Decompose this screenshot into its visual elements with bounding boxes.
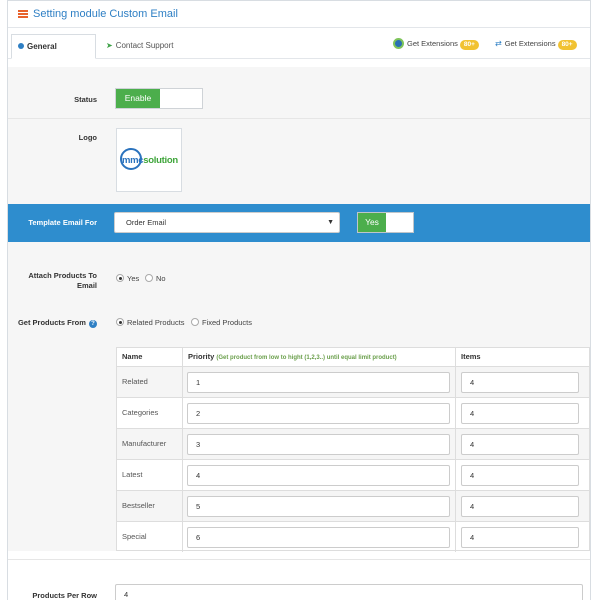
link-label: Get Extensions xyxy=(407,39,458,48)
logo-label: Logo xyxy=(78,133,97,142)
table-row: Latest 4 4 xyxy=(117,459,589,490)
template-email-row: Template Email For Order Email ▼ Yes xyxy=(8,204,590,242)
gear-icon xyxy=(18,43,24,49)
items-input[interactable]: 4 xyxy=(461,434,579,455)
settings-form: Status Enable Logo mmcsolution Template … xyxy=(8,67,590,552)
row-name: Manufacturer xyxy=(117,429,183,459)
count-badge: 80+ xyxy=(557,40,577,50)
get-extensions-link-2[interactable]: ⇄ Get Extensions 80+ xyxy=(495,38,577,50)
template-email-select[interactable]: Order Email ▼ xyxy=(114,212,340,233)
tab-general-settings[interactable]: General Settings xyxy=(11,34,96,75)
chevron-down-icon: ▼ xyxy=(327,219,334,226)
attach-products-label: Attach Products To Email xyxy=(8,271,97,291)
list-icon xyxy=(18,10,28,19)
radio-label: No xyxy=(156,274,166,283)
priority-cell: 6 xyxy=(183,522,456,552)
products-per-row-input[interactable]: 4 xyxy=(115,584,583,600)
radio-checked-icon xyxy=(116,318,124,326)
template-email-toggle[interactable]: Yes xyxy=(357,212,414,233)
priority-hint: (Get product from low to hight (1,2,3..)… xyxy=(216,355,397,361)
items-input[interactable]: 4 xyxy=(461,403,579,424)
logo-text: mmcsolution xyxy=(122,155,178,166)
priority-input[interactable]: 6 xyxy=(187,527,450,548)
priority-input[interactable]: 3 xyxy=(187,434,450,455)
select-value: Order Email xyxy=(126,218,167,227)
column-header-items: Items xyxy=(461,352,481,361)
items-cell: 4 xyxy=(456,460,589,490)
items-cell: 4 xyxy=(456,398,589,428)
link-label: Get Extensions xyxy=(504,39,556,48)
shuffle-icon: ⇄ xyxy=(495,39,502,48)
table-row: Bestseller 5 4 xyxy=(117,490,589,521)
settings-panel: Setting module Custom Email General Sett… xyxy=(7,0,591,600)
priority-cell: 3 xyxy=(183,429,456,459)
column-header-priority: Priority (Get product from low to hight … xyxy=(183,348,456,366)
products-table: Name Priority (Get product from low to h… xyxy=(116,347,590,552)
radio-label: Related Products xyxy=(127,318,185,327)
table-row: Related 1 4 xyxy=(117,366,589,397)
label-text: Get Products From xyxy=(17,318,86,327)
priority-input[interactable]: 2 xyxy=(187,403,450,424)
logo-image[interactable]: mmcsolution xyxy=(116,128,182,192)
toggle-on: Yes xyxy=(358,213,386,232)
items-cell: 4 xyxy=(456,429,589,459)
row-name: Related xyxy=(117,367,183,397)
row-name: Special xyxy=(117,522,183,552)
radio-empty-icon xyxy=(145,274,153,282)
priority-cell: 4 xyxy=(183,460,456,490)
question-icon[interactable]: ? xyxy=(89,320,97,328)
table-row: Manufacturer 3 4 xyxy=(117,428,589,459)
globe-icon xyxy=(393,38,404,49)
count-badge: 80+ xyxy=(459,40,479,50)
tab-label: Contact Support xyxy=(115,41,174,50)
row-name: Bestseller xyxy=(117,491,183,521)
radio-checked-icon xyxy=(116,274,124,282)
priority-cell: 2 xyxy=(183,398,456,428)
fixed-products-radio[interactable]: Fixed Products xyxy=(191,318,252,327)
panel-heading: Setting module Custom Email xyxy=(8,1,590,28)
radio-label: Yes xyxy=(127,274,140,283)
products-per-row-row: Products Per Row 4 xyxy=(8,559,590,600)
row-name: Categories xyxy=(117,398,183,428)
radio-empty-icon xyxy=(191,318,199,326)
items-input[interactable]: 4 xyxy=(461,527,579,548)
header-text: Priority xyxy=(188,352,215,361)
priority-cell: 1 xyxy=(183,367,456,397)
attach-yes-radio[interactable]: Yes xyxy=(116,274,139,283)
template-email-label: Template Email For xyxy=(28,218,97,227)
toggle-on: Enable xyxy=(116,89,160,108)
priority-input[interactable]: 1 xyxy=(187,372,450,393)
products-per-row-label: Products Per Row xyxy=(32,591,97,600)
priority-cell: 5 xyxy=(183,491,456,521)
related-products-radio[interactable]: Related Products xyxy=(116,318,185,327)
items-input[interactable]: 4 xyxy=(461,496,579,517)
priority-input[interactable]: 4 xyxy=(187,465,450,486)
table-row: Special 6 4 xyxy=(117,521,589,552)
get-products-label: Get Products From ? xyxy=(8,318,97,328)
row-name: Latest xyxy=(117,460,183,490)
label-line: Email xyxy=(76,281,97,290)
page-title: Setting module Custom Email xyxy=(33,8,178,20)
items-input[interactable]: 4 xyxy=(461,465,579,486)
items-cell: 4 xyxy=(456,367,589,397)
items-input[interactable]: 4 xyxy=(461,372,579,393)
paper-plane-icon: ➤ xyxy=(106,41,113,50)
column-header-name: Name xyxy=(117,348,183,366)
attach-no-radio[interactable]: No xyxy=(145,274,166,283)
items-cell: 4 xyxy=(456,522,589,552)
status-toggle[interactable]: Enable xyxy=(115,88,203,109)
get-extensions-link[interactable]: Get Extensions 80+ xyxy=(393,38,479,50)
status-label: Status xyxy=(74,95,97,104)
table-row: Categories 2 4 xyxy=(117,397,589,428)
priority-input[interactable]: 5 xyxy=(187,496,450,517)
label-line: Attach Products To xyxy=(28,271,97,280)
items-cell: 4 xyxy=(456,491,589,521)
tab-contact-support[interactable]: ➤ Contact Support xyxy=(100,34,180,59)
divider xyxy=(8,118,590,119)
radio-label: Fixed Products xyxy=(202,318,253,327)
